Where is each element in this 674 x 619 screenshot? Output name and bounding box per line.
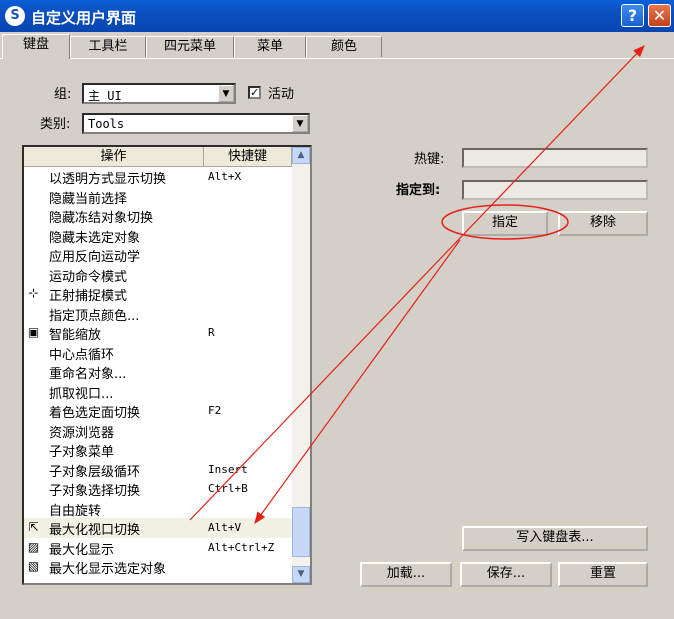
vertical-scrollbar[interactable]: ▲ ▼ — [292, 147, 310, 583]
category-label: 类别: — [40, 117, 71, 132]
list-header: 操作 快捷键 — [24, 147, 292, 167]
scroll-thumb[interactable] — [292, 507, 310, 557]
action-name: 以透明方式显示切换 — [49, 172, 167, 187]
category-value: Tools — [88, 117, 125, 131]
window-title: 自定义用户界面 — [31, 9, 137, 27]
group-value: 主 UI — [88, 89, 122, 103]
action-shortcut: F2 — [208, 404, 222, 417]
tab-strip: 键盘 工具栏 四元菜单 菜单 颜色 — [0, 34, 674, 59]
action-shortcut: Alt+X — [208, 170, 242, 183]
assign-button[interactable]: 指定 — [462, 211, 548, 236]
assigned-to-field — [462, 180, 648, 200]
list-item[interactable]: 运动命令模式 — [24, 265, 292, 285]
list-item[interactable]: ▨ 最大化显示 Alt+Ctrl+Z — [24, 538, 292, 558]
action-name: 最大化显示选定对象 — [49, 562, 167, 577]
list-item[interactable]: 隐藏当前选择 — [24, 187, 292, 207]
action-shortcut: R — [208, 326, 215, 339]
action-name: 应用反向运动学 — [49, 250, 141, 265]
scroll-down-icon[interactable]: ▼ — [292, 566, 310, 583]
list-item[interactable]: 资源浏览器 — [24, 421, 292, 441]
action-name: 子对象菜单 — [49, 445, 115, 460]
active-label: 活动 — [268, 87, 295, 102]
list-item[interactable]: 应用反向运动学 — [24, 245, 292, 265]
action-name: 最大化显示 — [49, 542, 115, 558]
panel-border — [0, 58, 674, 59]
write-keyboard-chart-button[interactable]: 写入键盘表... — [462, 526, 648, 551]
action-shortcut: Ctrl+B — [208, 482, 248, 495]
action-name: 最大化视口切换 — [49, 523, 141, 538]
action-name: 隐藏冻结对象切换 — [49, 211, 154, 226]
list-item[interactable]: 抓取视口... — [24, 382, 292, 402]
action-name: 运动命令模式 — [49, 269, 128, 285]
smart-scale-icon: ▣ — [27, 325, 40, 339]
action-shortcut: Alt+Ctrl+Z — [208, 540, 275, 554]
action-name: 隐藏当前选择 — [49, 191, 128, 207]
list-item[interactable]: 子对象菜单 — [24, 440, 292, 460]
hotkey-label: 热键: — [414, 152, 445, 167]
list-item[interactable]: 子对象层级循环 Insert — [24, 460, 292, 480]
title-bar: S 自定义用户界面 ? ✕ — [0, 0, 674, 32]
action-name: 指定顶点颜色... — [49, 308, 140, 324]
list-item[interactable]: 子对象选择切换 Ctrl+B — [24, 479, 292, 499]
action-name: 子对象层级循环 — [49, 464, 141, 480]
action-shortcut: Insert — [208, 462, 248, 476]
close-button[interactable]: ✕ — [648, 4, 671, 27]
scroll-up-icon[interactable]: ▲ — [292, 147, 310, 164]
tab-colors[interactable]: 颜色 — [306, 36, 382, 57]
list-item[interactable]: ▣ 智能缩放 R — [24, 323, 292, 343]
action-name: 智能缩放 — [49, 328, 102, 343]
list-item[interactable]: 隐藏冻结对象切换 — [24, 206, 292, 226]
action-name: 自由旋转 — [49, 503, 102, 519]
action-name: 资源浏览器 — [49, 425, 115, 441]
tab-menus[interactable]: 菜单 — [234, 36, 306, 57]
category-dropdown[interactable]: Tools ▼ — [82, 113, 310, 134]
action-name: 正射捕捉模式 — [49, 289, 128, 304]
list-item[interactable]: 指定顶点颜色... — [24, 304, 292, 324]
list-item[interactable]: 着色选定面切换 F2 — [24, 401, 292, 421]
action-name: 子对象选择切换 — [49, 484, 141, 499]
chevron-down-icon[interactable]: ▼ — [218, 85, 234, 102]
load-button[interactable]: 加载... — [360, 562, 452, 587]
zoom-extents-selected-icon: ▧ — [27, 559, 40, 573]
tab-quad-menus[interactable]: 四元菜单 — [146, 36, 234, 57]
list-item[interactable]: 中心点循环 — [24, 343, 292, 363]
remove-button[interactable]: 移除 — [558, 211, 648, 236]
save-button[interactable]: 保存... — [460, 562, 552, 587]
active-checkbox[interactable]: ✓ — [248, 86, 261, 99]
list-item[interactable]: 重命名对象... — [24, 362, 292, 382]
group-label: 组: — [54, 87, 72, 102]
assigned-to-label: 指定到: — [396, 183, 441, 198]
chevron-down-icon[interactable]: ▼ — [292, 115, 308, 132]
action-name: 隐藏未选定对象 — [49, 230, 141, 246]
reset-button[interactable]: 重置 — [558, 562, 648, 587]
action-list[interactable]: 操作 快捷键 以透明方式显示切换 Alt+X 隐藏当前选择隐藏冻结对象切换 隐藏未选定… — [22, 145, 312, 585]
list-item[interactable]: ⇱ 最大化视口切换 Alt+V — [24, 518, 292, 538]
zoom-extents-icon: ▨ — [27, 539, 40, 554]
action-name: 着色选定面切换 — [49, 406, 141, 421]
tab-keyboard[interactable]: 键盘 — [2, 34, 70, 59]
action-name: 重命名对象... — [49, 367, 127, 382]
ortho-snap-icon: ⊹ — [28, 286, 39, 300]
list-item[interactable]: 以透明方式显示切换 Alt+X — [24, 167, 292, 187]
hotkey-field[interactable] — [462, 148, 648, 168]
list-item[interactable]: 自由旋转 — [24, 499, 292, 519]
list-item[interactable]: 隐藏未选定对象 — [24, 226, 292, 246]
action-name: 抓取视口... — [49, 386, 114, 402]
help-button[interactable]: ? — [621, 4, 644, 27]
column-header-action[interactable]: 操作 — [24, 147, 204, 166]
maximize-viewport-icon: ⇱ — [28, 520, 39, 534]
list-item[interactable]: ▧ 最大化显示选定对象 — [24, 557, 292, 577]
action-name: 中心点循环 — [49, 347, 115, 363]
list-item[interactable]: ⊹ 正射捕捉模式 — [24, 284, 292, 304]
action-shortcut: Alt+V — [208, 521, 242, 534]
group-dropdown[interactable]: 主 UI ▼ — [82, 83, 236, 104]
app-logo-icon: S — [5, 6, 25, 26]
column-header-shortcut[interactable]: 快捷键 — [204, 147, 292, 166]
tab-toolbars[interactable]: 工具栏 — [70, 36, 146, 57]
